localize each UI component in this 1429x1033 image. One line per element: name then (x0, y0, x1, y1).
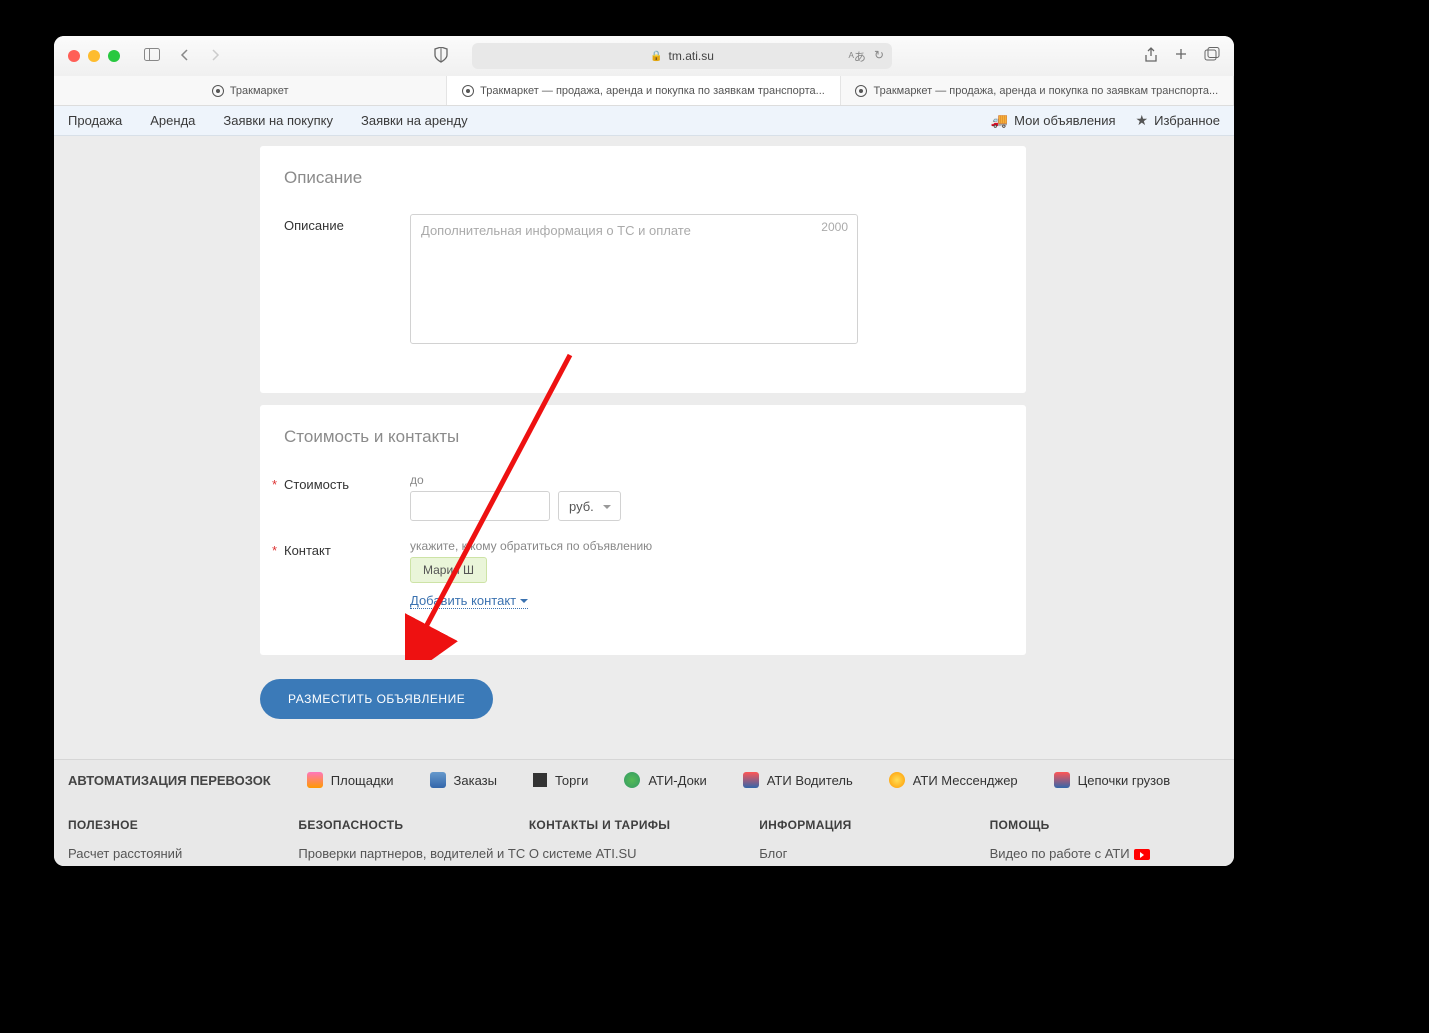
nav-item-rent-requests[interactable]: Заявки на аренду (361, 113, 468, 128)
lock-icon: 🔒 (650, 51, 662, 62)
footer-col-security: БЕЗОПАСНОСТЬ Проверки партнеров, водител… (298, 818, 528, 866)
back-button[interactable] (174, 46, 196, 67)
footer-col-info: ИНФОРМАЦИЯ Блог (759, 818, 989, 866)
footer-link[interactable]: Проверки партнеров, водителей и ТС (298, 846, 528, 861)
section-title: Описание (284, 168, 1002, 188)
col-title: ПОЛЕЗНОЕ (68, 818, 298, 832)
description-section: Описание Описание 2000 (260, 146, 1026, 393)
footer-link[interactable]: Блог (759, 846, 989, 861)
strip-link-driver[interactable]: АТИ Водитель (743, 772, 853, 788)
strip-heading: АВТОМАТИЗАЦИЯ ПЕРЕВОЗОК (68, 773, 271, 788)
footer-link[interactable]: Видео по работе с АТИ (990, 846, 1220, 861)
favorites-link[interactable]: ★ Избранное (1136, 112, 1220, 129)
youtube-icon (1134, 849, 1150, 860)
col-title: КОНТАКТЫ И ТАРИФЫ (529, 818, 759, 832)
tab-label: Тракмаркет — продажа, аренда и покупка п… (873, 85, 1218, 97)
footer-columns: ПОЛЕЗНОЕ Расчет расстояний БЕЗОПАСНОСТЬ … (54, 800, 1234, 866)
minimize-window-button[interactable] (88, 50, 100, 62)
privacy-shield-icon[interactable] (434, 47, 448, 66)
titlebar: 🔒 tm.ati.su ᴬあ ↻ (54, 36, 1234, 76)
col-title: ПОМОЩЬ (990, 818, 1220, 832)
orders-icon (430, 772, 446, 788)
window-controls (68, 50, 120, 62)
col-title: БЕЗОПАСНОСТЬ (298, 818, 528, 832)
share-icon[interactable] (1144, 47, 1158, 66)
auctions-icon (533, 773, 547, 787)
nav-item-rent[interactable]: Аренда (150, 113, 195, 128)
translate-icon[interactable]: ᴬあ (848, 48, 865, 65)
strip-link-messenger[interactable]: АТИ Мессенджер (889, 772, 1018, 788)
browser-tab[interactable]: Тракмаркет — продажа, аренда и покупка п… (841, 76, 1234, 105)
tab-label: Тракмаркет — продажа, аренда и покупка п… (480, 85, 825, 97)
strip-link-auctions[interactable]: Торги (533, 773, 588, 788)
footer-col-useful: ПОЛЕЗНОЕ Расчет расстояний (68, 818, 298, 866)
url-text: tm.ati.su (669, 49, 714, 63)
price-contacts-section: Стоимость и контакты Стоимость до руб. К… (260, 405, 1026, 655)
contact-chip[interactable]: Мария Ш (410, 557, 487, 583)
browser-tabs: Тракмаркет Тракмаркет — продажа, аренда … (54, 76, 1234, 106)
strip-link-orders[interactable]: Заказы (430, 772, 497, 788)
chains-icon (1054, 772, 1070, 788)
description-label: Описание (284, 214, 410, 233)
sidebar-toggle-icon[interactable] (138, 46, 166, 66)
col-title: ИНФОРМАЦИЯ (759, 818, 989, 832)
footer-col-help: ПОМОЩЬ Видео по работе с АТИ (990, 818, 1220, 866)
strip-link-docs[interactable]: АТИ-Доки (624, 772, 706, 788)
star-icon: ★ (1136, 112, 1149, 129)
description-textarea[interactable] (410, 214, 858, 344)
driver-icon (743, 772, 759, 788)
new-tab-icon[interactable] (1174, 47, 1188, 66)
contact-hint: укажите, к кому обратиться по объявлению (410, 539, 1002, 553)
currency-value: руб. (569, 499, 594, 514)
add-contact-link[interactable]: Добавить контакт (410, 593, 528, 609)
app-nav: Продажа Аренда Заявки на покупку Заявки … (54, 106, 1234, 136)
contact-label: Контакт (284, 539, 410, 558)
add-contact-label: Добавить контакт (410, 593, 516, 608)
section-title: Стоимость и контакты (284, 427, 1002, 447)
tab-label: Тракмаркет (230, 85, 289, 97)
favicon-icon (462, 85, 474, 97)
footer-col-contacts: КОНТАКТЫ И ТАРИФЫ О системе ATI.SU (529, 818, 759, 866)
my-ads-label: Мои объявления (1014, 113, 1115, 128)
favicon-icon (855, 85, 867, 97)
maximize-window-button[interactable] (108, 50, 120, 62)
nav-item-buy-requests[interactable]: Заявки на покупку (223, 113, 333, 128)
submit-button[interactable]: РАЗМЕСТИТЬ ОБЪЯВЛЕНИЕ (260, 679, 493, 719)
reload-icon[interactable]: ↻ (874, 48, 884, 65)
price-label: Стоимость (284, 473, 410, 492)
footer-link[interactable]: О системе ATI.SU (529, 846, 759, 861)
strip-link-chains[interactable]: Цепочки грузов (1054, 772, 1170, 788)
messenger-icon (889, 772, 905, 788)
browser-window: 🔒 tm.ati.su ᴬあ ↻ Тракмаркет (54, 36, 1234, 866)
price-hint: до (410, 473, 1002, 487)
close-window-button[interactable] (68, 50, 80, 62)
browser-tab[interactable]: Тракмаркет — продажа, аренда и покупка п… (447, 76, 840, 105)
char-count: 2000 (821, 220, 848, 234)
platforms-icon (307, 772, 323, 788)
browser-tab[interactable]: Тракмаркет (54, 76, 447, 105)
favorites-label: Избранное (1154, 113, 1220, 128)
docs-icon (624, 772, 640, 788)
chevron-down-icon (520, 599, 528, 607)
tabs-overview-icon[interactable] (1204, 47, 1220, 66)
nav-item-sale[interactable]: Продажа (68, 113, 122, 128)
forward-button[interactable] (204, 46, 226, 67)
price-input[interactable] (410, 491, 550, 521)
truck-icon: 🚚 (991, 112, 1008, 129)
address-bar[interactable]: 🔒 tm.ati.su ᴬあ ↻ (472, 43, 892, 69)
my-ads-link[interactable]: 🚚 Мои объявления (991, 112, 1116, 129)
favicon-icon (212, 85, 224, 97)
page-body: Описание Описание 2000 Стоимость и конта… (54, 136, 1234, 866)
footer-link[interactable]: Расчет расстояний (68, 846, 298, 861)
automation-strip: АВТОМАТИЗАЦИЯ ПЕРЕВОЗОК Площадки Заказы … (54, 759, 1234, 800)
strip-link-platforms[interactable]: Площадки (307, 772, 394, 788)
currency-select[interactable]: руб. (558, 491, 621, 521)
